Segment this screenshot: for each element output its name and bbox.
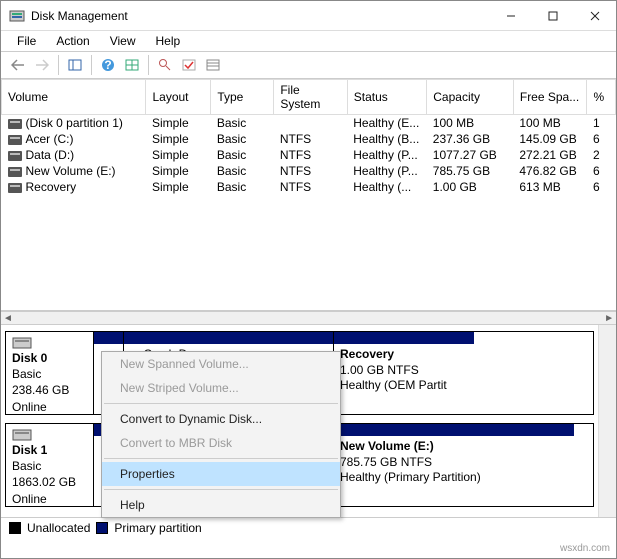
context-menu: New Spanned Volume... New Striped Volume… xyxy=(101,351,341,518)
drive-icon xyxy=(8,151,22,161)
menu-convert-mbr: Convert to MBR Disk xyxy=(102,431,340,455)
menu-properties[interactable]: Properties xyxy=(102,462,340,486)
drive-icon xyxy=(8,119,22,129)
toolbar: ? xyxy=(1,51,616,79)
legend-swatch-unallocated xyxy=(9,522,21,534)
legend-label-unallocated: Unallocated xyxy=(27,521,90,535)
check-icon[interactable] xyxy=(178,54,200,76)
table-row[interactable]: New Volume (E:)SimpleBasicNTFSHealthy (P… xyxy=(2,163,616,179)
column-header[interactable]: Status xyxy=(347,80,427,115)
svg-text:?: ? xyxy=(104,58,111,72)
column-header[interactable]: Capacity xyxy=(427,80,514,115)
menu-new-striped: New Striped Volume... xyxy=(102,376,340,400)
menu-convert-dynamic[interactable]: Convert to Dynamic Disk... xyxy=(102,407,340,431)
menu-help[interactable]: Help xyxy=(146,32,191,50)
vertical-scrollbar[interactable] xyxy=(598,325,616,517)
partition[interactable]: Recovery1.00 GB NTFSHealthy (OEM Partit xyxy=(334,332,474,414)
watermark: wsxdn.com xyxy=(560,543,610,554)
column-header[interactable]: % xyxy=(587,80,616,115)
menu-separator xyxy=(104,489,338,490)
legend: Unallocated Primary partition xyxy=(1,517,616,537)
legend-label-primary: Primary partition xyxy=(114,521,201,535)
column-header[interactable]: Layout xyxy=(146,80,211,115)
legend-swatch-primary xyxy=(96,522,108,534)
scroll-left-icon[interactable]: ◄ xyxy=(3,313,13,324)
volume-list[interactable]: VolumeLayoutTypeFile SystemStatusCapacit… xyxy=(1,79,616,311)
table-row[interactable]: Data (D:)SimpleBasicNTFSHealthy (P...107… xyxy=(2,147,616,163)
search-icon[interactable] xyxy=(154,54,176,76)
splitter[interactable]: ◄ ► xyxy=(1,311,616,325)
table-row[interactable]: (Disk 0 partition 1)SimpleBasicHealthy (… xyxy=(2,115,616,132)
column-header[interactable]: File System xyxy=(274,80,347,115)
forward-button[interactable] xyxy=(31,54,53,76)
grid-icon[interactable] xyxy=(121,54,143,76)
table-icon[interactable] xyxy=(202,54,224,76)
help-icon[interactable]: ? xyxy=(97,54,119,76)
drive-icon xyxy=(8,167,22,177)
drive-icon xyxy=(8,135,22,145)
partition[interactable]: New Volume (E:)785.75 GB NTFSHealthy (Pr… xyxy=(334,424,574,506)
menu-new-spanned: New Spanned Volume... xyxy=(102,352,340,376)
menu-separator xyxy=(104,403,338,404)
toolbar-separator xyxy=(148,55,149,75)
menu-help[interactable]: Help xyxy=(102,493,340,517)
table-row[interactable]: Acer (C:)SimpleBasicNTFSHealthy (B...237… xyxy=(2,131,616,147)
column-header[interactable]: Type xyxy=(211,80,274,115)
window-title: Disk Management xyxy=(31,9,490,23)
back-button[interactable] xyxy=(7,54,29,76)
scroll-right-icon[interactable]: ► xyxy=(604,313,614,324)
toolbar-separator xyxy=(58,55,59,75)
menu-file[interactable]: File xyxy=(7,32,46,50)
menu-action[interactable]: Action xyxy=(46,32,99,50)
drive-icon xyxy=(8,183,22,193)
app-icon xyxy=(9,8,25,24)
column-header[interactable]: Volume xyxy=(2,80,146,115)
column-header[interactable]: Free Spa... xyxy=(513,80,587,115)
disk-icon xyxy=(12,428,32,442)
menu-view[interactable]: View xyxy=(100,32,146,50)
view-list-icon[interactable] xyxy=(64,54,86,76)
table-row[interactable]: RecoverySimpleBasicNTFSHealthy (...1.00 … xyxy=(2,179,616,195)
disk-header[interactable]: Disk 1Basic1863.02 GBOnline xyxy=(6,424,94,506)
disk-header[interactable]: Disk 0Basic238.46 GBOnline xyxy=(6,332,94,414)
title-bar: Disk Management xyxy=(1,1,616,31)
menu-bar: File Action View Help xyxy=(1,31,616,51)
disk-icon xyxy=(12,336,32,350)
menu-separator xyxy=(104,458,338,459)
toolbar-separator xyxy=(91,55,92,75)
maximize-button[interactable] xyxy=(532,2,574,30)
close-button[interactable] xyxy=(574,2,616,30)
minimize-button[interactable] xyxy=(490,2,532,30)
